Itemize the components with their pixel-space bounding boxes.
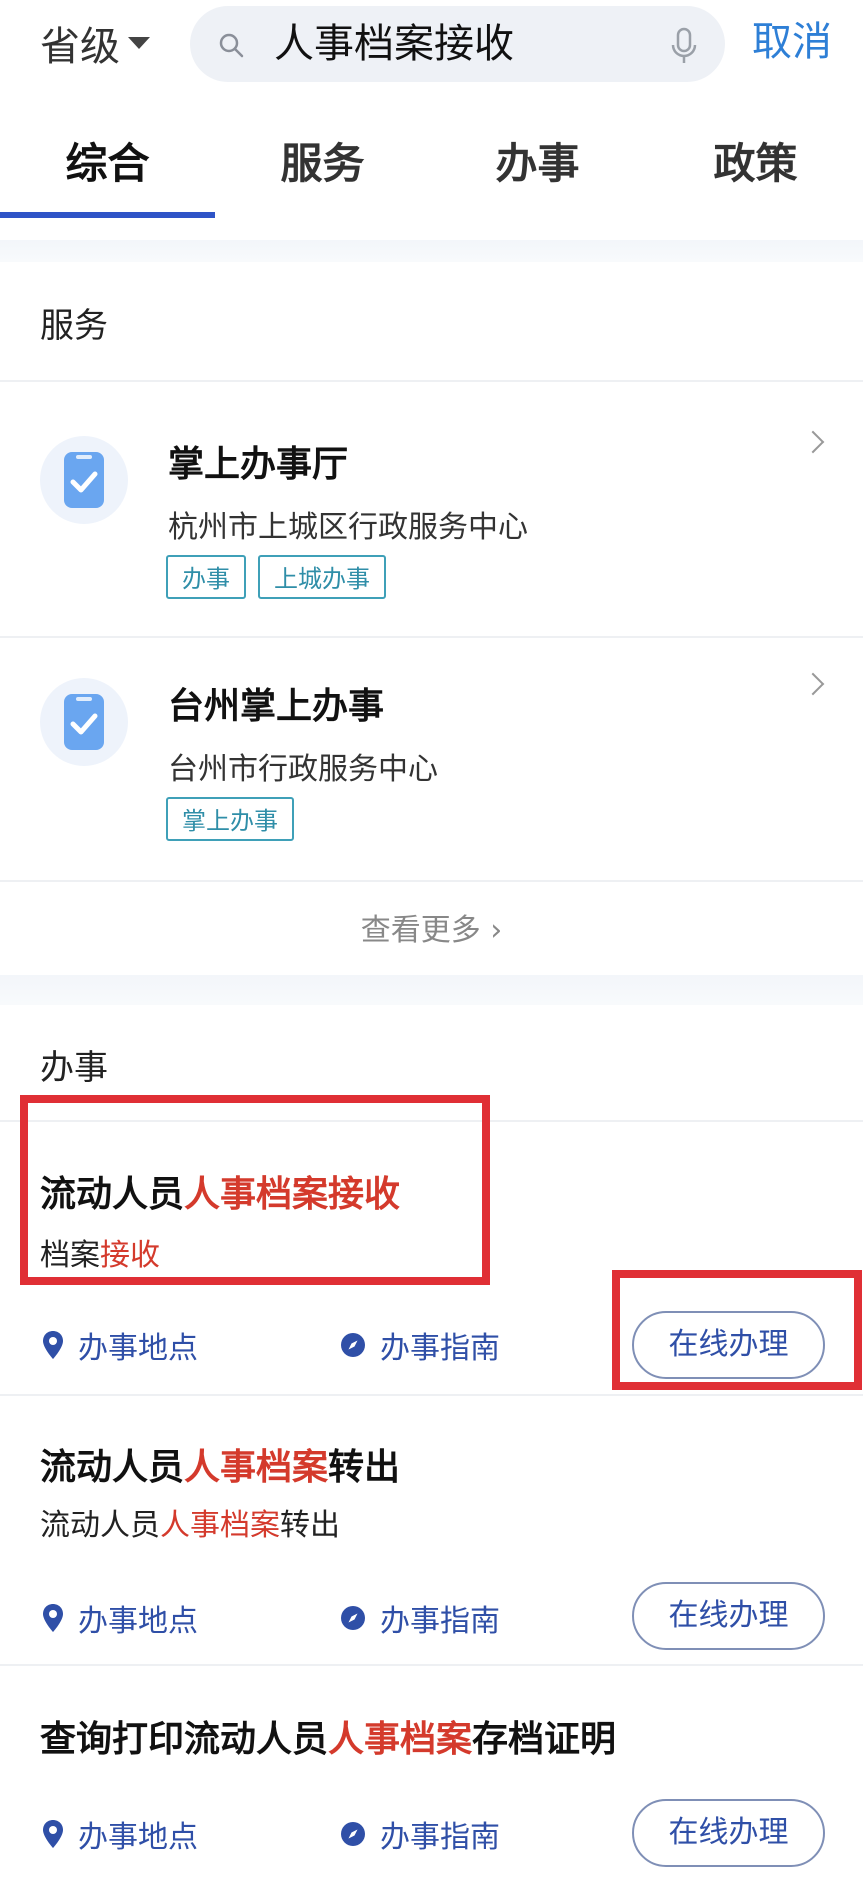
service-title: 掌上办事厅 [168, 444, 349, 485]
cancel-button[interactable]: 取消 [752, 14, 832, 70]
compass-icon [341, 1333, 365, 1357]
task-title-highlight: 人事档案 [184, 1447, 329, 1488]
active-tab-indicator [0, 212, 215, 218]
caret-down-icon [128, 37, 150, 49]
task-title: 流动人员人事档案转出 [40, 1438, 400, 1490]
divider [0, 1394, 863, 1396]
location-link[interactable]: 办事地点 [42, 1323, 198, 1367]
service-tag: 办事 [166, 555, 246, 599]
location-pin-icon [43, 1820, 63, 1848]
compass-icon [341, 1822, 365, 1846]
tab-tasks[interactable]: 办事 [430, 130, 645, 191]
tasks-section-title: 办事 [40, 1048, 108, 1088]
service-subtitle: 杭州市上城区行政服务中心 [168, 510, 528, 545]
task-title-text: 查询打印流动人员 [40, 1719, 329, 1760]
microphone-icon[interactable] [669, 26, 699, 66]
top-bar: 省级 人事档案接收 取消 [0, 0, 863, 90]
divider [0, 880, 863, 882]
annotation-box [20, 1095, 490, 1285]
task-sub-text: 流动人员 [40, 1508, 160, 1543]
task-sub-text: 转出 [280, 1508, 340, 1543]
tab-services[interactable]: 服务 [215, 130, 430, 191]
location-label: 办事地点 [78, 1604, 198, 1639]
task-title-text: 流动人员 [40, 1447, 185, 1488]
guide-link[interactable]: 办事指南 [340, 1323, 500, 1367]
section-gap [0, 975, 863, 1005]
search-bar[interactable]: 人事档案接收 [190, 6, 725, 82]
guide-label: 办事指南 [380, 1820, 500, 1855]
guide-link[interactable]: 办事指南 [340, 1812, 500, 1856]
view-more-link[interactable]: 查看更多 › [0, 905, 863, 949]
task-title-text: 转出 [328, 1447, 401, 1488]
location-label: 办事地点 [78, 1331, 198, 1366]
search-input[interactable]: 人事档案接收 [274, 18, 514, 70]
search-icon [219, 33, 244, 58]
service-subtitle: 台州市行政服务中心 [168, 752, 438, 787]
task-sub-highlight: 人事档案 [160, 1508, 280, 1543]
divider [0, 1664, 863, 1666]
region-label: 省级 [40, 24, 120, 70]
location-label: 办事地点 [78, 1820, 198, 1855]
guide-link[interactable]: 办事指南 [340, 1596, 500, 1640]
service-title: 台州掌上办事 [168, 686, 385, 727]
online-apply-button[interactable]: 在线办理 [632, 1582, 825, 1650]
divider [0, 380, 863, 382]
tab-comprehensive[interactable]: 综合 [0, 130, 215, 191]
location-pin-icon [43, 1331, 63, 1359]
region-selector[interactable]: 省级 [40, 18, 150, 70]
guide-label: 办事指南 [380, 1331, 500, 1366]
location-link[interactable]: 办事地点 [42, 1812, 198, 1856]
task-title-text: 存档证明 [472, 1719, 617, 1760]
annotation-box [612, 1270, 862, 1390]
phone-check-icon [40, 678, 128, 766]
tab-policies[interactable]: 政策 [648, 130, 863, 191]
task-subtitle: 流动人员人事档案转出 [40, 1500, 340, 1544]
guide-label: 办事指南 [380, 1604, 500, 1639]
phone-check-icon [40, 436, 128, 524]
chevron-right-icon [801, 430, 825, 454]
task-title-highlight: 人事档案 [328, 1719, 473, 1760]
service-tag: 上城办事 [258, 555, 386, 599]
chevron-right-icon [801, 672, 825, 696]
task-title: 查询打印流动人员人事档案存档证明 [40, 1710, 616, 1762]
location-pin-icon [43, 1604, 63, 1632]
divider [0, 636, 863, 638]
service-tag: 掌上办事 [166, 797, 294, 841]
section-gap [0, 240, 863, 262]
services-section-title: 服务 [40, 306, 108, 346]
tab-bar: 综合 服务 办事 政策 [0, 110, 863, 220]
location-link[interactable]: 办事地点 [42, 1596, 198, 1640]
online-apply-button[interactable]: 在线办理 [632, 1799, 825, 1867]
compass-icon [341, 1606, 365, 1630]
